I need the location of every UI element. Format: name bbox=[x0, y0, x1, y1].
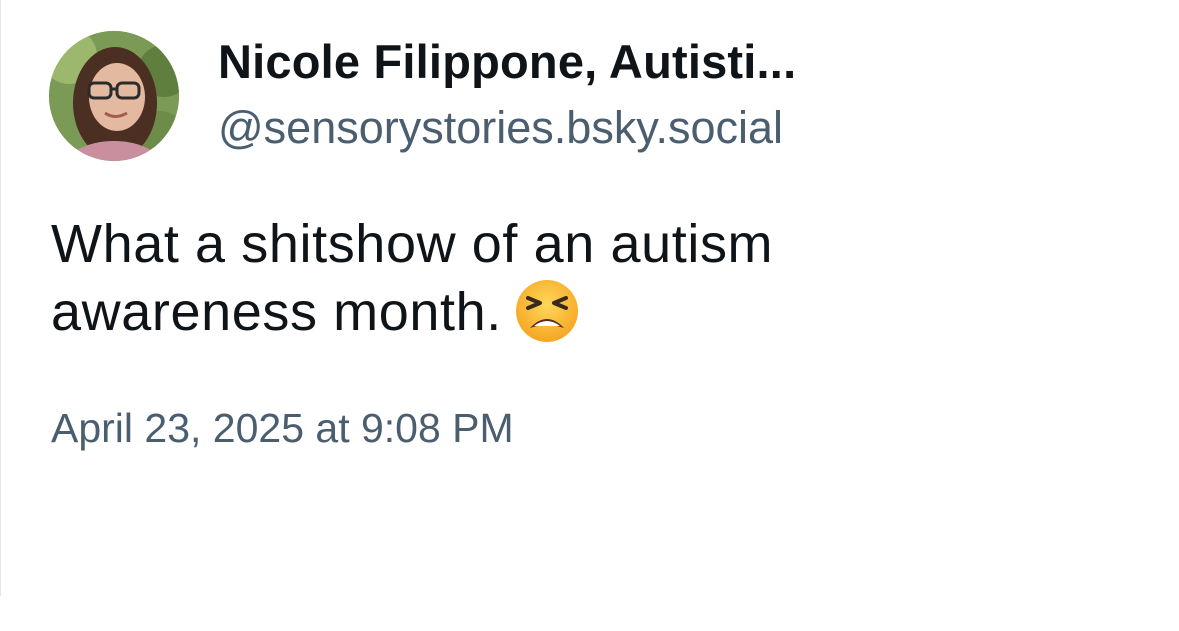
author-name[interactable]: Nicole Filippone, Autisti... bbox=[218, 34, 796, 89]
post-text: What a shitshow of an autism awareness m… bbox=[51, 210, 1131, 346]
page-bottom bbox=[0, 596, 1179, 631]
avatar[interactable] bbox=[49, 31, 179, 161]
author-handle[interactable]: @sensorystories.bsky.social bbox=[218, 102, 783, 154]
post-text-line-1: What a shitshow of an autism bbox=[51, 214, 774, 274]
post-card[interactable]: Nicole Filippone, Autisti... @sensorysto… bbox=[0, 0, 1179, 596]
post-text-line-2: awareness month. bbox=[51, 282, 502, 342]
tired-face-emoji-icon bbox=[514, 278, 580, 344]
avatar-photo bbox=[49, 31, 179, 161]
post-timestamp[interactable]: April 23, 2025 at 9:08 PM bbox=[51, 405, 514, 452]
